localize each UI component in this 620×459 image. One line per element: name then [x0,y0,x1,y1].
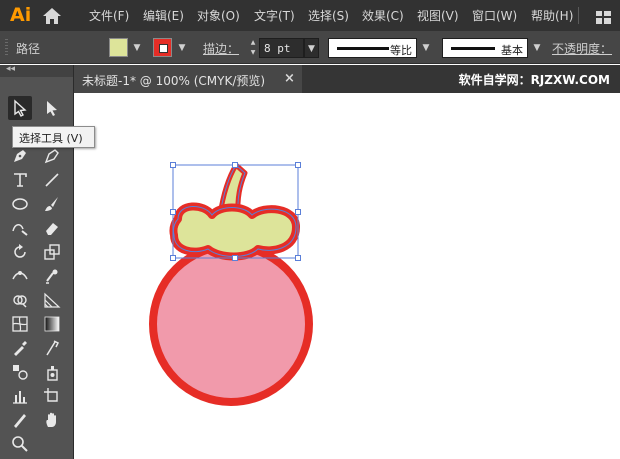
menu-window[interactable]: 窗口(W) [472,7,517,24]
menu-type[interactable]: 文字(T) [254,7,295,24]
handle-top-left[interactable] [170,162,176,168]
handle-bottom-center[interactable] [232,255,238,261]
selection-icon[interactable] [8,96,32,120]
eyedropper-icon[interactable] [8,336,32,360]
document-tab-bar: 未标题-1* @ 100% (CMYK/预览) × 软件自学网：RJZXW.CO… [74,65,620,93]
fill-color-swatch[interactable] [109,38,128,57]
fruit-body[interactable] [149,242,313,406]
artboard-icon[interactable] [40,384,64,408]
stroke-color-swatch[interactable] [153,38,172,57]
paintbrush-icon[interactable] [40,192,64,216]
column-graph-icon[interactable] [8,384,32,408]
handle-top-center[interactable] [232,162,238,168]
measure-icon[interactable] [40,336,64,360]
menu-effect[interactable]: 效果(C) [362,7,404,24]
workspace-grid-icon[interactable] [596,9,611,24]
close-tab-icon[interactable]: × [284,71,295,86]
stroke-label[interactable]: 描边： [203,40,239,57]
handle-top-right[interactable] [295,162,301,168]
handle-bottom-right[interactable] [295,255,301,261]
menu-divider [578,7,579,24]
stroke-dropdown-icon[interactable]: ▼ [175,38,189,58]
menu-view[interactable]: 视图(V) [417,7,459,24]
rotate-icon[interactable] [8,240,32,264]
shape-builder-icon[interactable] [8,288,32,312]
fill-dropdown-icon[interactable]: ▼ [130,38,144,58]
width-icon[interactable] [8,264,32,288]
tool-tooltip: 选择工具 (V) [12,126,95,148]
profile-line-icon [337,47,389,50]
home-icon[interactable] [42,7,62,25]
collapse-icon[interactable]: ◂◂ [6,64,15,74]
panel-grip[interactable] [5,39,8,56]
brush-line-icon [451,47,495,50]
blend-icon[interactable] [8,360,32,384]
direct-selection-icon[interactable] [40,96,64,120]
stroke-weight-spinner[interactable]: ▲ ▼ [248,38,258,58]
brush-dropdown-icon[interactable]: ▼ [530,38,544,58]
control-bar: 路径 ▼ ▼ 描边： ▲ ▼ 8 pt ▼ 等比 ▼ 基本 ▼ 不透明度： [0,31,620,64]
menu-object[interactable]: 对象(O) [197,7,240,24]
handle-bottom-left[interactable] [170,255,176,261]
tools-panel-header[interactable]: ◂◂ [0,64,73,77]
document-tab[interactable]: 未标题-1* @ 100% (CMYK/预览) × [74,65,302,93]
scale-icon[interactable] [40,240,64,264]
menu-select[interactable]: 选择(S) [308,7,349,24]
menu-file[interactable]: 文件(F) [89,7,129,24]
menu-bar: Ai 文件(F) 编辑(E) 对象(O) 文字(T) 选择(S) 效果(C) 视… [0,0,620,31]
handle-middle-right[interactable] [295,209,301,215]
opacity-label[interactable]: 不透明度： [552,40,612,57]
hand-icon[interactable] [40,408,64,432]
slice-icon[interactable] [8,408,32,432]
zoom-icon[interactable] [8,432,32,456]
mesh-icon[interactable] [8,312,32,336]
eraser-icon[interactable] [40,216,64,240]
stroke-weight-dropdown-icon[interactable]: ▼ [304,38,319,58]
variable-width-profile[interactable]: 等比 [328,38,417,58]
brush-definition[interactable]: 基本 [442,38,528,58]
puppet-warp-icon[interactable] [40,264,64,288]
document-tab-title: 未标题-1* @ 100% (CMYK/预览) [82,74,266,88]
watermark-text: 软件自学网：RJZXW.COM [458,73,610,87]
stroke-weight-input[interactable]: 8 pt [259,38,304,58]
line-segment-icon[interactable] [40,168,64,192]
brush-label: 基本 [501,44,523,57]
menu-help[interactable]: 帮助(H) [531,7,573,24]
artboard-canvas[interactable] [74,93,620,459]
perspective-grid-icon[interactable] [40,288,64,312]
type-icon[interactable] [8,168,32,192]
profile-dropdown-icon[interactable]: ▼ [419,38,433,58]
gradient-icon[interactable] [40,312,64,336]
profile-label: 等比 [390,44,412,57]
shaper-icon[interactable] [8,216,32,240]
app-logo: Ai [10,4,32,26]
artwork[interactable] [74,93,620,459]
tools-panel: ◂◂ [0,64,74,459]
symbol-sprayer-icon[interactable] [40,360,64,384]
selection-type-label: 路径 [16,42,41,56]
ellipse-icon[interactable] [8,192,32,216]
handle-middle-left[interactable] [170,209,176,215]
menu-edit[interactable]: 编辑(E) [143,7,184,24]
